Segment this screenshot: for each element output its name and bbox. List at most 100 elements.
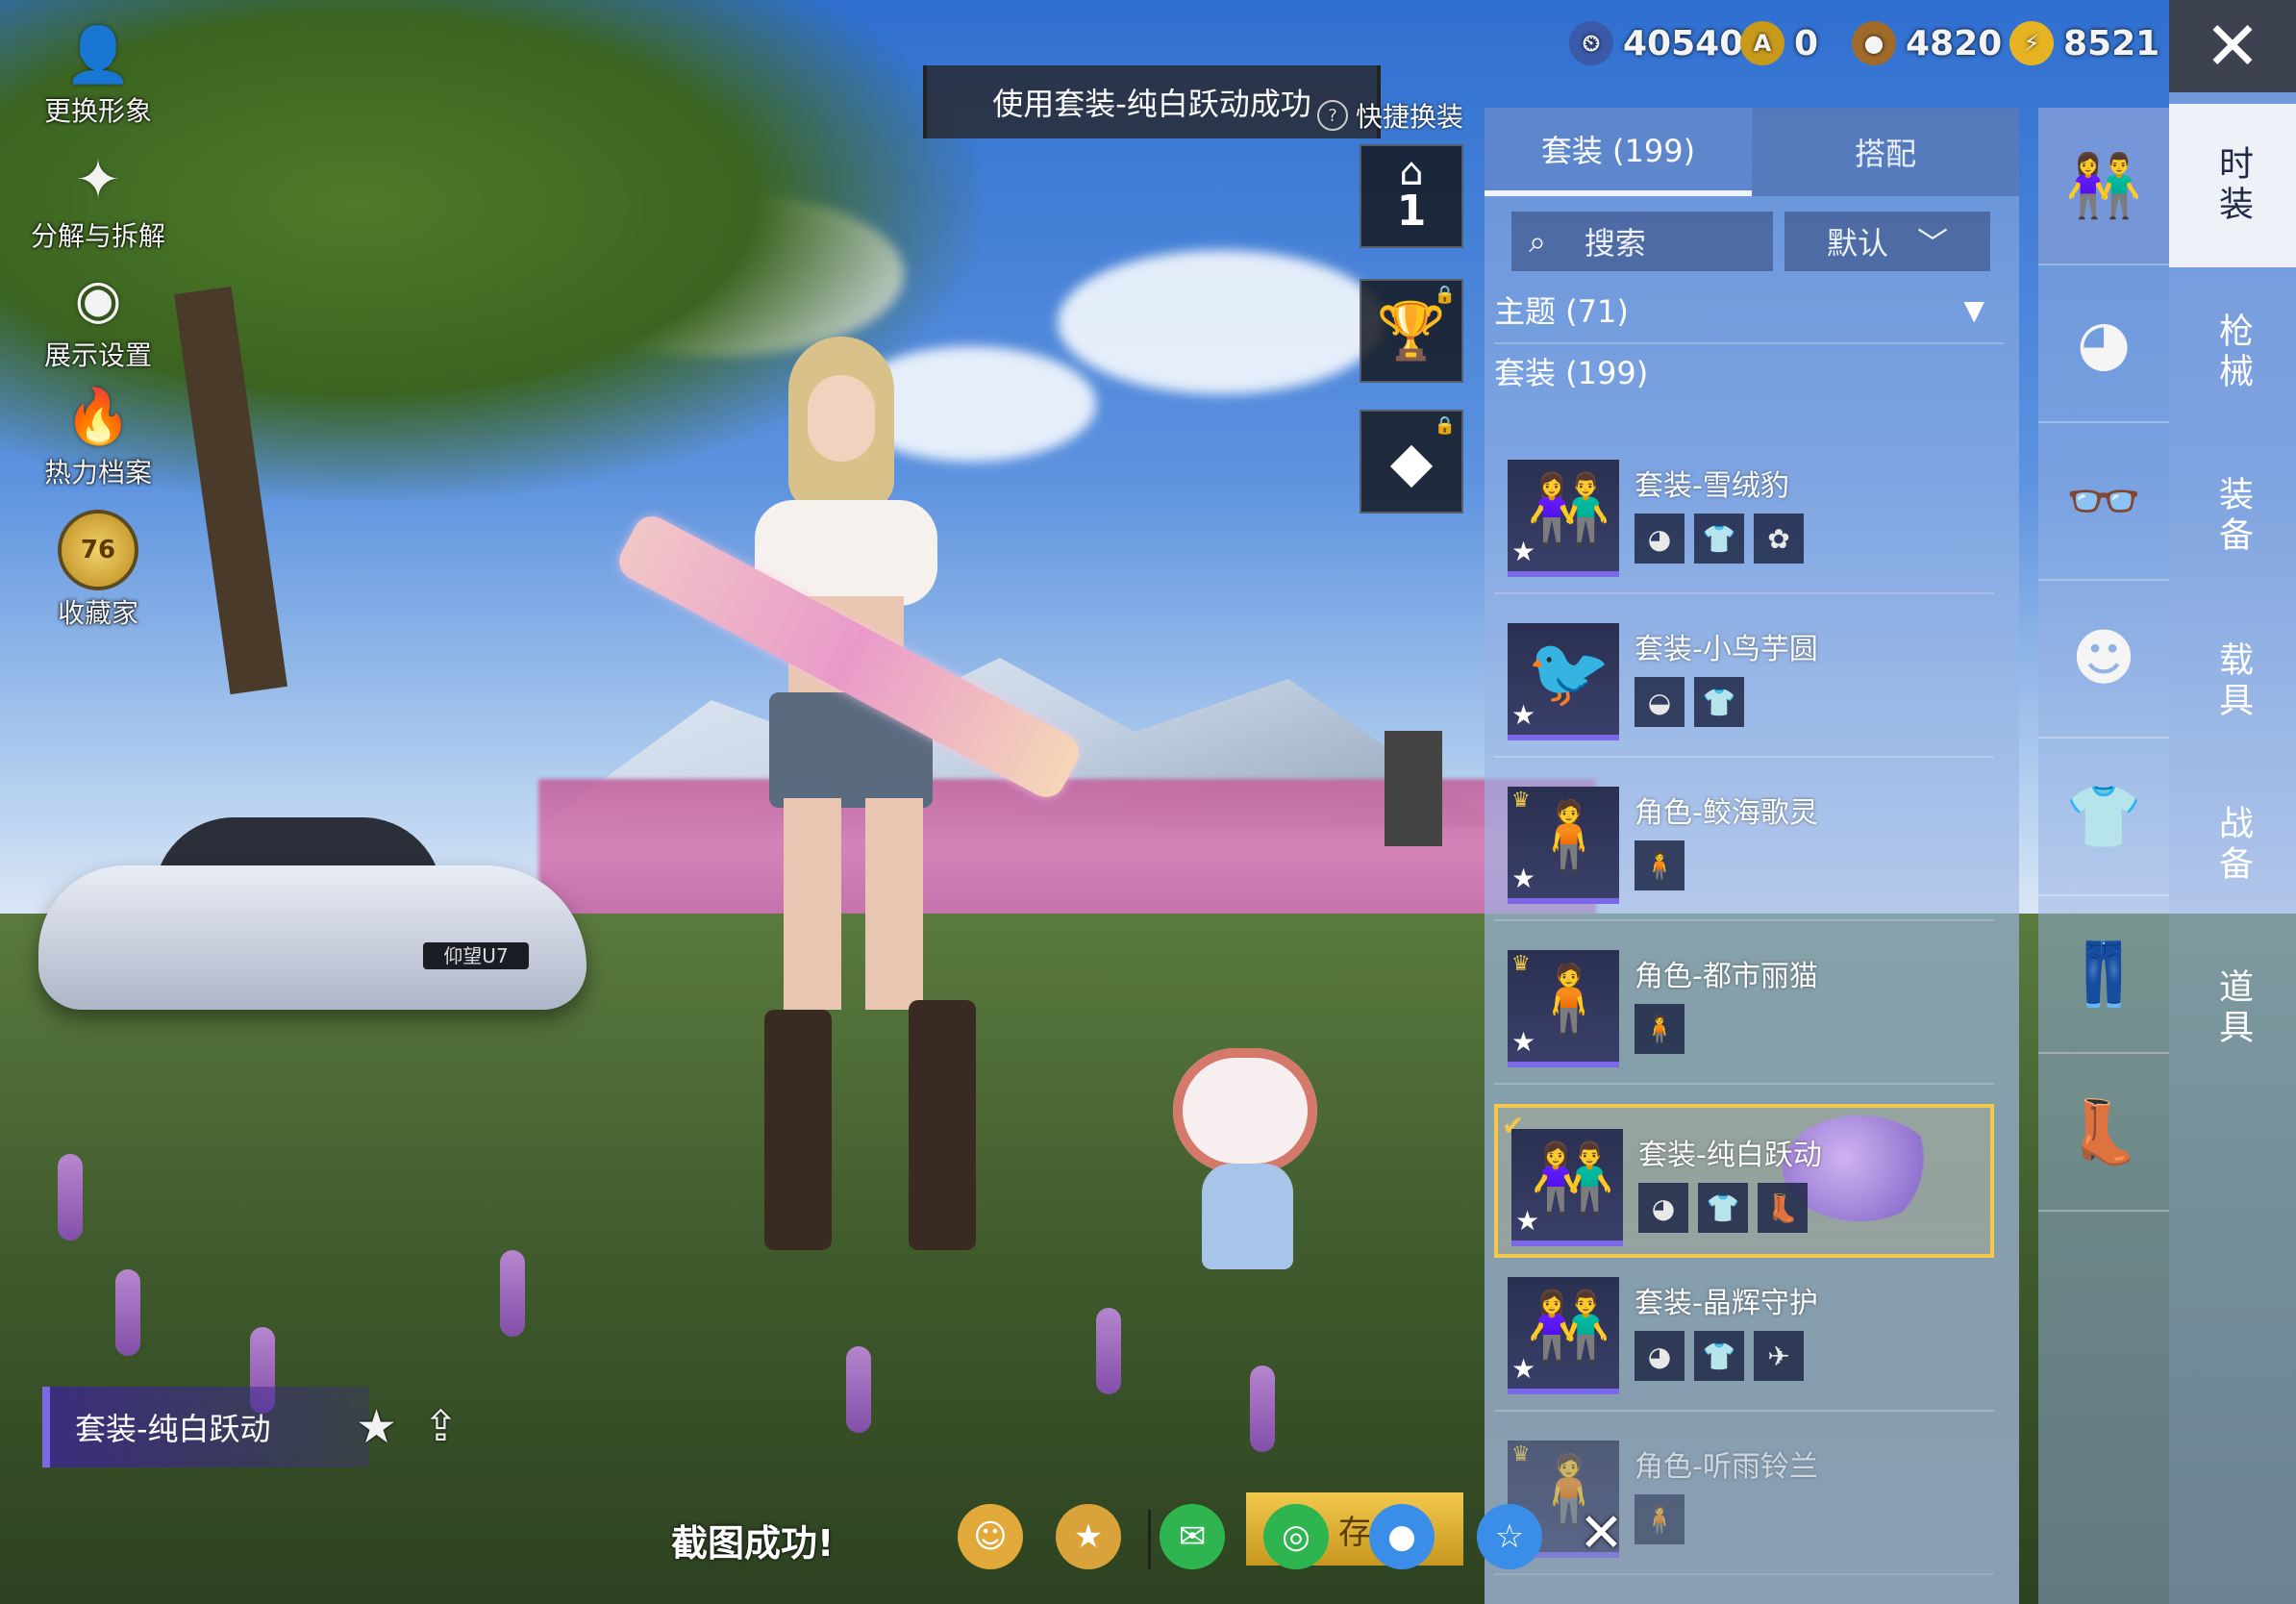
glasses-icon[interactable]: 👓 (2038, 423, 2169, 581)
tab-guns[interactable]: 枪械 (2169, 271, 2296, 435)
weapon-icon[interactable]: ✈ (1754, 1331, 1804, 1381)
close-share-icon[interactable]: ✕ (1579, 1502, 1624, 1565)
chevron-down-icon: ﹀ (1917, 225, 1949, 262)
theme-filter[interactable]: 主题 (71) ▼ (1494, 281, 2004, 338)
diamond-button[interactable]: ◆ 🔒 (1360, 410, 1463, 514)
game-friends-icon[interactable]: ☺ (958, 1504, 1023, 1569)
currency-clock[interactable]: ⏲ 40540 (1569, 21, 1743, 65)
current-outfit-label: 套装-纯白跃动 (42, 1387, 369, 1467)
item-thumbnail: ♛ 🧍 ★ (1508, 950, 1619, 1067)
outfit-icon[interactable]: 👫 (2038, 108, 2169, 265)
top-icon[interactable]: 👕 (1694, 514, 1744, 564)
theme-filter-label: 主题 (71) (1494, 293, 1629, 330)
quick-change-slot-button[interactable]: ⌂ 1 (1360, 144, 1463, 248)
pet-head (1173, 1048, 1317, 1173)
currency-value: 4820 (1906, 23, 2003, 63)
outfit-panel: 套装 (199) 搭配 ⌕ 搜索 默认 ﹀ 主题 (71) ▼ 套装 (199)… (1485, 108, 2019, 1604)
list-item[interactable]: 👫 ★ 套装-晶辉守护 ◕ 👕 ✈ (1494, 1256, 1994, 1412)
hat-icon[interactable]: ◒ (1635, 677, 1685, 727)
figure-icon[interactable]: 🧍 (1635, 840, 1685, 890)
outfit-figure-icon: 👫 (1527, 469, 1611, 548)
display-settings-label: 展示设置 (43, 339, 152, 371)
character-boot (909, 1000, 976, 1250)
share-icon[interactable]: ⇪ (423, 1402, 459, 1451)
trophy-button[interactable]: 🏆 🔒 (1360, 279, 1463, 383)
top-icon[interactable]: 👕 (1698, 1183, 1748, 1233)
item-name: 套装-晶辉守护 (1635, 1287, 1818, 1320)
collector-button[interactable]: 76 收藏家 (21, 510, 175, 631)
tab-items[interactable]: 道具 (2169, 927, 2296, 1090)
lavender (500, 1250, 525, 1337)
wechat-icon[interactable]: ✉ (1160, 1504, 1225, 1569)
item-thumbnail: 🐦 ★ (1508, 623, 1619, 740)
display-settings-button[interactable]: ◉ 展示设置 (21, 265, 175, 373)
list-item[interactable]: 🐦 ★ 套装-小鸟芋圆 ◒ 👕 (1494, 602, 1994, 758)
decompose-button[interactable]: ✦ 分解与拆解 (21, 146, 175, 254)
outfit-icon[interactable]: 👕 (1694, 1331, 1744, 1381)
search-field[interactable]: ⌕ 搜索 (1511, 212, 1773, 271)
player-character[interactable] (612, 337, 1086, 1260)
success-toast: 使用套装-纯白跃动成功 (923, 65, 1381, 138)
item-parts: ◕ 👕 ✿ (1635, 514, 1804, 564)
pants-icon[interactable]: 👖 (2038, 896, 2169, 1054)
outfit-icon[interactable]: 👕 (1694, 677, 1744, 727)
star-icon: ★ (1511, 699, 1536, 731)
change-avatar-button[interactable]: 👤 更换形象 (21, 21, 175, 129)
qzone-icon[interactable]: ☆ (1477, 1504, 1542, 1569)
tab-equipment[interactable]: 装备 (2169, 435, 2296, 598)
hair-icon[interactable]: ◕ (1638, 1183, 1688, 1233)
boots-icon[interactable]: 👢 (2038, 1054, 2169, 1212)
favorite-star-icon[interactable]: ★ (356, 1400, 397, 1454)
tab-vehicles[interactable]: 载具 (2169, 600, 2296, 764)
outfit-filter[interactable]: 套装 (199) (1494, 342, 2004, 400)
tab-fashion[interactable]: 时装 (2169, 104, 2296, 267)
currency-value: 40540 (1623, 23, 1744, 63)
close-button[interactable]: ✕ (2169, 0, 2296, 92)
top-icon[interactable]: 👕 (2038, 739, 2169, 896)
moments-icon[interactable]: ◎ (1263, 1504, 1329, 1569)
currency-gold-a[interactable]: A 0 (1740, 21, 1818, 65)
qq-icon[interactable]: ● (1369, 1504, 1435, 1569)
currency-bronze[interactable]: ● 4820 (1852, 21, 2002, 65)
face-mask-icon[interactable]: ☻ (2038, 581, 2169, 739)
hair-icon[interactable]: ◕ (1635, 1331, 1685, 1381)
tab-battle-prep[interactable]: 战备 (2169, 764, 2296, 927)
item-name: 套装-小鸟芋圆 (1635, 633, 1818, 666)
tab-combinations[interactable]: 搭配 (1752, 108, 2019, 196)
car-model[interactable]: 仰望U7 (38, 808, 586, 1019)
outfit-filter-label: 套装 (199) (1494, 355, 1649, 391)
character-leg (865, 798, 923, 1010)
figure-icon[interactable]: 🧍 (1635, 1494, 1685, 1544)
list-item[interactable]: 👫 ★ 套装-雪绒豹 ◕ 👕 ✿ (1494, 439, 1994, 594)
sort-dropdown[interactable]: 默认 ﹀ (1784, 212, 1990, 271)
star-icon: ★ (1511, 536, 1536, 567)
lavender (115, 1269, 140, 1356)
list-item[interactable]: ♛ 🧍 ★ 角色-都市丽猫 🧍 (1494, 929, 1994, 1085)
list-item[interactable]: ♛ 🧍 ★ 角色-鲛海歌灵 🧍 (1494, 765, 1994, 921)
currency-lightning[interactable]: ⚡ 8521 (2009, 21, 2159, 65)
item-name: 角色-听雨铃兰 (1635, 1450, 1818, 1484)
tab-outfits[interactable]: 套装 (199) (1485, 108, 1752, 196)
pet-companion[interactable] (1163, 1048, 1327, 1269)
list-item-selected[interactable]: ✔ 👫 ★ 套装-纯白跃动 ◕ 👕 👢 (1494, 1104, 1994, 1258)
hair-icon[interactable]: ◕ (1635, 514, 1685, 564)
star-icon: ★ (1511, 863, 1536, 894)
figure-icon[interactable]: 🧍 (1635, 1004, 1685, 1054)
collector-label: 收藏家 (57, 597, 138, 629)
gold-a-coin-icon: A (1740, 21, 1784, 65)
outfit-figure-icon: 🐦 (1527, 633, 1611, 712)
star-icon: ★ (1511, 1353, 1536, 1385)
puzzle-icon: ✦ (75, 148, 121, 212)
help-icon[interactable]: ? (1317, 100, 1348, 131)
heat-archive-button[interactable]: 🔥 热力档案 (21, 383, 175, 490)
list-item[interactable]: ♛ 🧍 角色-听雨铃兰 🧍 (1494, 1419, 1994, 1575)
eye-icon: ◉ (74, 267, 122, 331)
peace-elite-icon[interactable]: ★ (1056, 1504, 1121, 1569)
item-thumbnail: 👫 ★ (1508, 460, 1619, 577)
quick-change-label[interactable]: ? 快捷换装 (1317, 96, 1463, 135)
character-figure-icon: 🧍 (1527, 796, 1611, 875)
boots-icon[interactable]: 👢 (1758, 1183, 1808, 1233)
accessory-icon[interactable]: ✿ (1754, 514, 1804, 564)
hair-icon[interactable]: ◕ (2038, 265, 2169, 423)
lavender (846, 1346, 871, 1433)
